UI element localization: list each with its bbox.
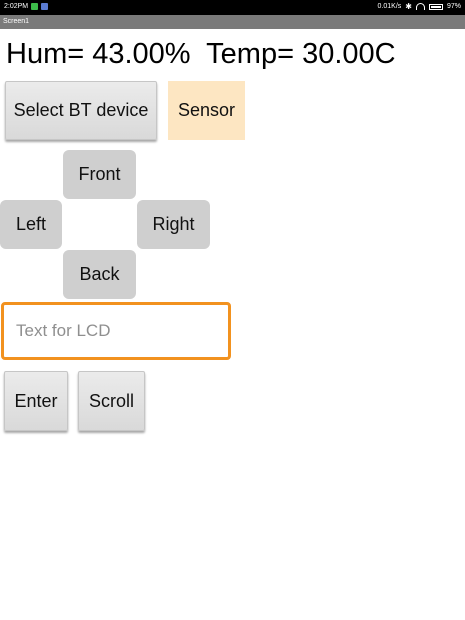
front-button[interactable]: Front xyxy=(63,150,136,199)
sensor-button[interactable]: Sensor xyxy=(168,81,245,140)
title-bar: Screen1 xyxy=(0,15,465,29)
right-button[interactable]: Right xyxy=(137,200,210,249)
network-speed: 0.01K/s xyxy=(377,3,402,10)
select-bt-device-button[interactable]: Select BT device xyxy=(5,81,157,140)
wifi-icon xyxy=(415,3,425,10)
lcd-text-input[interactable] xyxy=(1,302,231,360)
screen-title: Screen1 xyxy=(3,18,30,25)
status-time: 2:02PM xyxy=(4,3,29,10)
notification-blue-icon xyxy=(41,3,49,10)
bluetooth-icon: ✱ xyxy=(405,2,412,11)
notification-green-icon xyxy=(31,3,39,10)
battery-percent: 97% xyxy=(446,3,461,10)
sensor-readout: Hum= 43.00% Temp= 30.00C xyxy=(6,38,396,70)
status-right: 0.01K/s ✱ 97% xyxy=(377,2,461,11)
enter-button[interactable]: Enter xyxy=(4,371,68,431)
back-button[interactable]: Back xyxy=(63,250,136,299)
scroll-button[interactable]: Scroll xyxy=(78,371,145,431)
battery-icon xyxy=(428,3,443,10)
left-button[interactable]: Left xyxy=(0,200,62,249)
status-left: 2:02PM xyxy=(4,3,49,10)
status-bar: 2:02PM 0.01K/s ✱ 97% xyxy=(0,0,465,15)
